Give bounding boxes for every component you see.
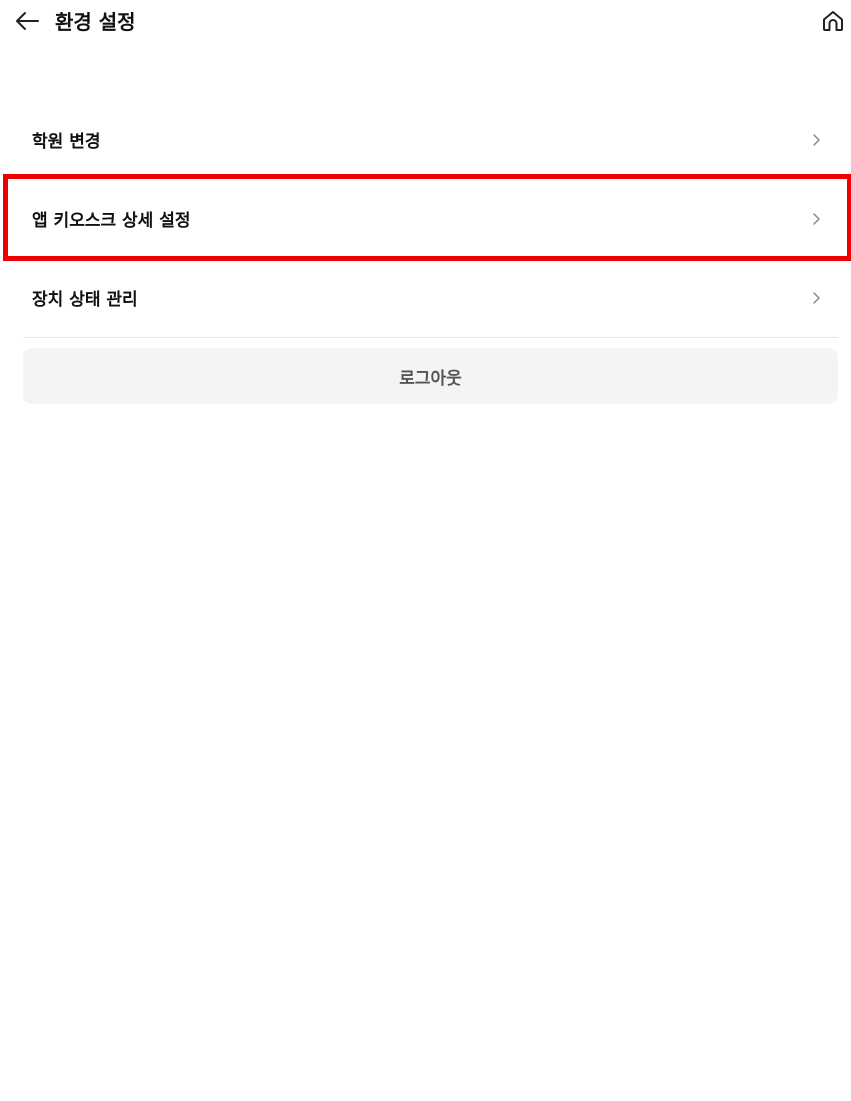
menu-item-change-academy[interactable]: 학원 변경 bbox=[23, 100, 838, 179]
chevron-right-icon bbox=[806, 209, 826, 229]
menu-item-label: 학원 변경 bbox=[32, 132, 101, 152]
home-icon bbox=[821, 9, 845, 37]
logout-button[interactable]: 로그아웃 bbox=[23, 348, 838, 404]
app-header: 환경 설정 bbox=[0, 0, 851, 46]
settings-menu-list: 학원 변경 앱 키오스크 상세 설정 장치 상태 관리 bbox=[23, 100, 838, 338]
chevron-right-icon bbox=[806, 288, 826, 308]
settings-page: 환경 설정 학원 변경 앱 키오스크 상세 설정 장치 상태 관리 로그아웃 bbox=[0, 0, 851, 1101]
menu-item-label: 장치 상태 관리 bbox=[32, 290, 138, 310]
menu-item-device-status[interactable]: 장치 상태 관리 bbox=[23, 258, 838, 338]
menu-item-label: 앱 키오스크 상세 설정 bbox=[32, 211, 191, 231]
home-button[interactable] bbox=[818, 8, 848, 38]
chevron-right-icon bbox=[806, 130, 826, 150]
arrow-left-icon bbox=[14, 10, 40, 36]
back-button[interactable] bbox=[12, 8, 42, 38]
page-title: 환경 설정 bbox=[55, 10, 136, 34]
menu-item-kiosk-detail-settings[interactable]: 앱 키오스크 상세 설정 bbox=[23, 179, 838, 258]
